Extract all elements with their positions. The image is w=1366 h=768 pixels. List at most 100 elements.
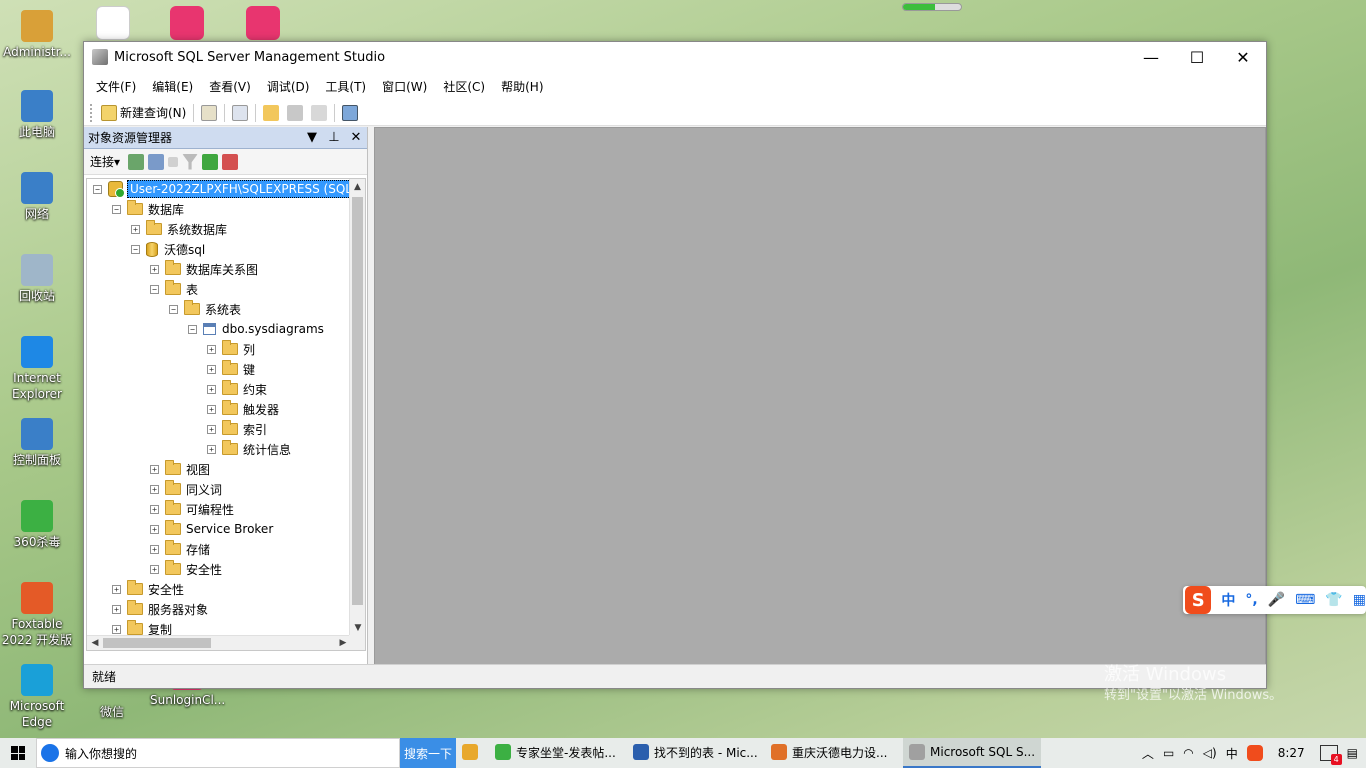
expand-icon[interactable]: + — [207, 384, 216, 394]
disconnect-icon[interactable] — [148, 153, 165, 170]
desktop-icon[interactable]: Administr... — [0, 10, 74, 60]
desktop-icon[interactable]: 网络 — [0, 172, 74, 222]
show-hidden-icons-icon[interactable]: ︿ — [1142, 745, 1154, 762]
expand-icon[interactable]: + — [207, 364, 216, 374]
stop-icon[interactable] — [168, 156, 179, 167]
expand-icon[interactable]: + — [207, 424, 216, 434]
clock[interactable]: 8:27 — [1272, 746, 1311, 760]
ime-toolbox-icon[interactable]: ▦ — [1353, 592, 1366, 608]
stop-activity-icon[interactable] — [222, 153, 239, 170]
analysis-query-button[interactable] — [228, 102, 252, 124]
horizontal-scrollbar[interactable]: ◀ ▶ — [87, 635, 351, 650]
search-button[interactable]: 搜索一下 — [400, 738, 456, 768]
expand-icon[interactable]: + — [150, 524, 159, 534]
collapse-icon[interactable]: − — [169, 304, 178, 314]
tree-node[interactable]: + 安全性 — [112, 579, 184, 599]
desktop-icon[interactable]: 控制面板 — [0, 418, 74, 468]
connect-object-explorer-icon[interactable] — [128, 153, 145, 170]
expand-icon[interactable]: + — [112, 584, 121, 594]
expand-icon[interactable]: + — [112, 604, 121, 614]
open-file-button[interactable] — [259, 102, 283, 124]
app-shortcut-icon[interactable] — [170, 6, 204, 40]
sogou-logo-icon[interactable]: S — [1185, 586, 1212, 614]
ime-voice-icon[interactable]: 🎤 — [1268, 592, 1285, 608]
expand-icon[interactable]: + — [207, 404, 216, 414]
horizontal-scroll-thumb[interactable] — [103, 638, 211, 648]
expand-icon[interactable]: + — [150, 564, 159, 574]
close-button[interactable]: ✕ — [1220, 42, 1266, 72]
desktop-icon[interactable]: Foxtable 2022 开发版 — [0, 582, 74, 648]
scroll-up-icon[interactable]: ▲ — [350, 179, 365, 196]
tree-node[interactable]: − 表 — [150, 279, 198, 299]
expand-icon[interactable]: + — [150, 504, 159, 514]
tree-node[interactable]: − dbo.sysdiagrams — [188, 319, 324, 339]
search-input[interactable]: 输入你想搜的 — [65, 745, 137, 762]
taskbar-app-button[interactable]: 找不到的表 - Mic... — [627, 738, 765, 768]
volume-icon[interactable]: ◁) — [1203, 746, 1217, 760]
expand-icon[interactable]: + — [207, 344, 216, 354]
tree-node[interactable]: + 触发器 — [207, 399, 279, 419]
menu-tools[interactable]: 工具(T) — [317, 78, 374, 95]
ime-mode-chinese[interactable]: 中 — [1221, 590, 1235, 610]
activity-monitor-button[interactable] — [338, 102, 362, 124]
maximize-button[interactable]: ☐ — [1174, 42, 1220, 72]
tree-node[interactable]: + 存储 — [150, 539, 210, 559]
desktop-icon[interactable]: 此电脑 — [0, 90, 74, 140]
app-shortcut-icon[interactable] — [246, 6, 280, 40]
battery-icon[interactable]: ▭ — [1163, 746, 1174, 760]
ime-keyboard-icon[interactable]: ⌨ — [1295, 592, 1315, 608]
filter-icon[interactable] — [182, 153, 199, 170]
tree-node[interactable]: + Service Broker — [150, 519, 273, 539]
tree-node[interactable]: + 安全性 — [150, 559, 222, 579]
connect-button[interactable]: 连接▾ — [90, 153, 120, 170]
tree-node[interactable]: + 约束 — [207, 379, 267, 399]
tree-node[interactable]: + 视图 — [150, 459, 210, 479]
expand-icon[interactable]: + — [150, 484, 159, 494]
vertical-scrollbar[interactable]: ▲ ▼ — [349, 179, 365, 637]
collapse-icon[interactable]: − — [131, 244, 140, 254]
ime-skin-icon[interactable]: 👕 — [1325, 592, 1342, 608]
taskbar-app-button[interactable] — [456, 738, 489, 768]
taskbar-app-button[interactable]: Microsoft SQL S... — [903, 738, 1041, 768]
tree-node[interactable]: + 可编程性 — [150, 499, 234, 519]
menu-debug[interactable]: 调试(D) — [259, 78, 318, 95]
desktop-icon[interactable]: Internet Explorer — [0, 336, 74, 402]
tree-node[interactable]: + 键 — [207, 359, 255, 379]
title-bar[interactable]: Microsoft SQL Server Management Studio —… — [84, 42, 1266, 72]
expand-icon[interactable]: + — [207, 444, 216, 454]
tree-node[interactable]: + 同义词 — [150, 479, 222, 499]
minimize-button[interactable]: — — [1128, 42, 1174, 72]
collapse-icon[interactable]: − — [93, 184, 102, 194]
tree-node[interactable]: − 系统表 — [169, 299, 241, 319]
notification-center-icon[interactable]: 4 — [1319, 745, 1342, 765]
tree-node[interactable]: + 服务器对象 — [112, 599, 208, 619]
menu-file[interactable]: 文件(F) — [88, 78, 144, 95]
tree-node[interactable]: + 索引 — [207, 419, 267, 439]
save-button[interactable] — [283, 102, 307, 124]
new-query-button[interactable]: 新建查询(N) — [97, 102, 190, 124]
desktop-icon[interactable]: 360杀毒 — [0, 500, 74, 550]
tree-node[interactable]: + 统计信息 — [207, 439, 291, 459]
tree-node[interactable]: + 列 — [207, 339, 255, 359]
vertical-scroll-thumb[interactable] — [352, 197, 363, 605]
auto-hide-pin-icon[interactable]: ⊥ — [323, 130, 345, 145]
scroll-left-icon[interactable]: ◀ — [87, 636, 103, 650]
expand-icon[interactable]: + — [150, 264, 159, 274]
database-engine-query-button[interactable] — [197, 102, 221, 124]
taskbar-app-button[interactable]: 重庆沃德电力设... — [765, 738, 903, 768]
tree-node[interactable]: + 系统数据库 — [131, 219, 227, 239]
taskbar-app-button[interactable]: 专家坐堂-发表帖... — [489, 738, 627, 768]
menu-community[interactable]: 社区(C) — [435, 78, 493, 95]
menu-view[interactable]: 查看(V) — [201, 78, 259, 95]
expand-icon[interactable]: + — [112, 624, 121, 634]
expand-icon[interactable]: + — [150, 544, 159, 554]
expand-icon[interactable]: + — [131, 224, 140, 234]
tree-node[interactable]: − 数据库 — [112, 199, 184, 219]
expand-icon[interactable]: + — [150, 464, 159, 474]
collapse-icon[interactable]: − — [188, 324, 197, 334]
window-position-dropdown-icon[interactable]: ▼ — [301, 130, 323, 145]
tree-node[interactable]: − 沃德sql — [131, 239, 205, 259]
action-center-icon[interactable]: ▤ — [1347, 746, 1358, 760]
taskbar-search-box[interactable]: 输入你想搜的 — [36, 738, 400, 768]
qq-shortcut-icon[interactable] — [96, 6, 130, 40]
